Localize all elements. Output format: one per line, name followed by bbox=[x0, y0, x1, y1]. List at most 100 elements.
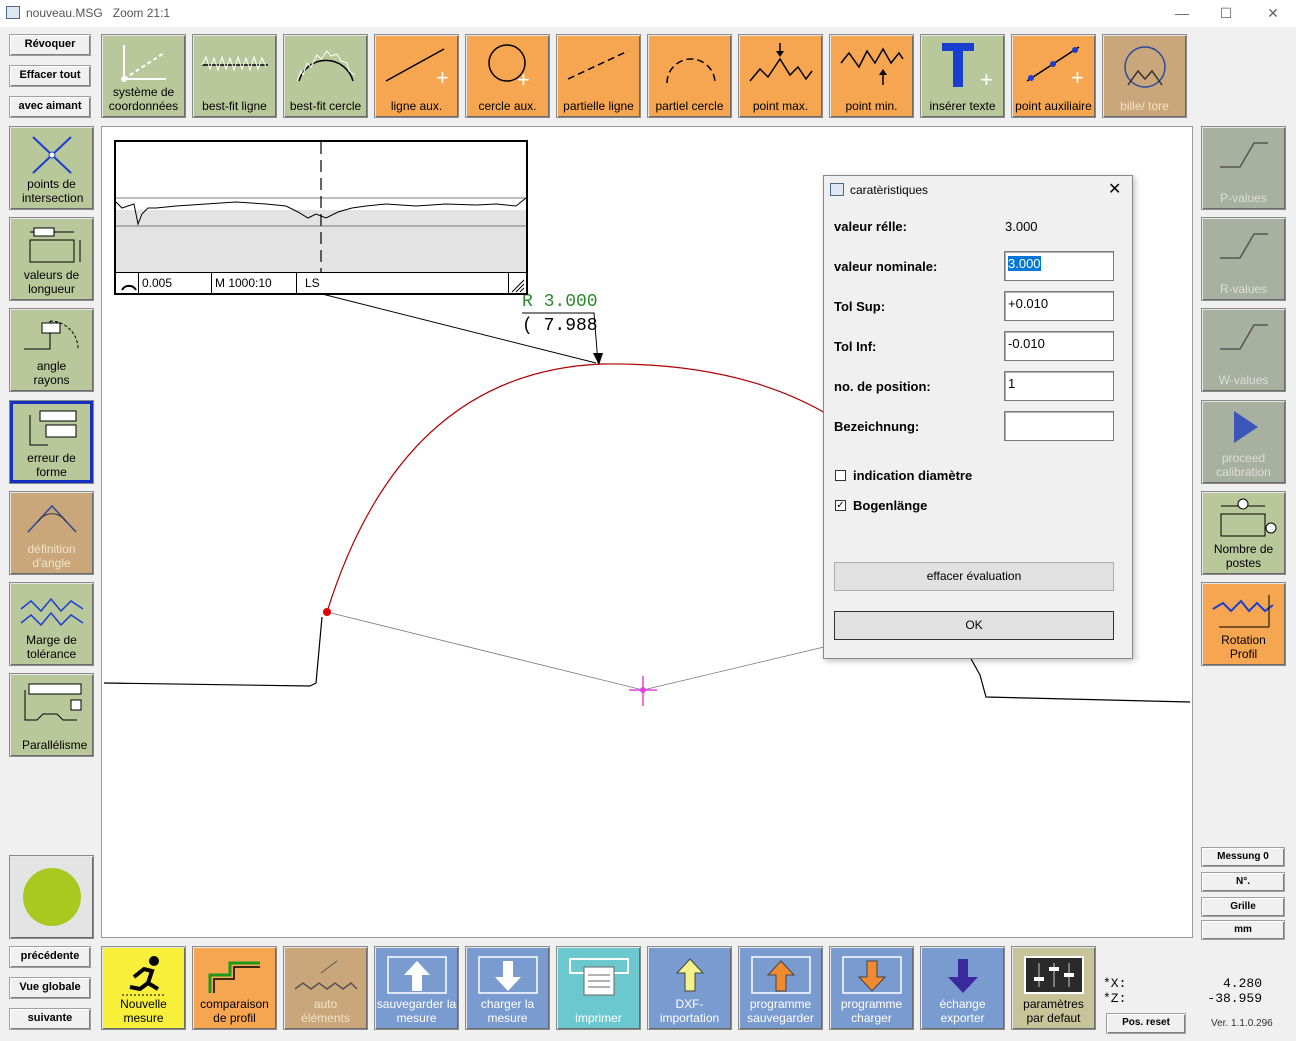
tol-sup-field[interactable]: +0.010 bbox=[1004, 291, 1114, 321]
units-button[interactable]: mm bbox=[1201, 920, 1285, 940]
x-coord-label: *X: bbox=[1103, 976, 1127, 991]
close-window-button[interactable]: ✕ bbox=[1258, 4, 1288, 22]
tool-rotation-profile[interactable]: Rotation Profil bbox=[1201, 582, 1286, 666]
tool-point-min[interactable]: point min. bbox=[829, 34, 914, 118]
diameter-checkbox[interactable] bbox=[835, 470, 846, 481]
tool-aux-line[interactable]: + ligne aux. bbox=[374, 34, 459, 118]
effacer-tout-button[interactable]: Effacer tout bbox=[9, 65, 91, 87]
arc-length-annotation: ( 7.988 bbox=[522, 316, 598, 336]
svg-text:+: + bbox=[517, 67, 530, 87]
tool-best-fit-circle[interactable]: best-fit cercle bbox=[283, 34, 368, 118]
tool-number-of-stations[interactable]: Nombre de postes bbox=[1201, 491, 1286, 575]
grid-button[interactable]: Grille bbox=[1201, 897, 1285, 917]
fitted-arc bbox=[326, 363, 833, 613]
tool-partial-circle[interactable]: partiel cercle bbox=[647, 34, 732, 118]
parallelism-icon bbox=[24, 683, 81, 721]
tool-ball-torus[interactable]: bille/ tore bbox=[1102, 34, 1187, 118]
minimize-button[interactable]: — bbox=[1167, 4, 1197, 22]
best-fit-line-icon bbox=[201, 55, 268, 72]
tool-save-program[interactable]: programme sauvegarder bbox=[738, 946, 823, 1030]
tool-new-measurement[interactable]: Nouvelle mesure bbox=[101, 946, 186, 1030]
tool-label: partielle ligne bbox=[563, 99, 634, 113]
profile-line-right bbox=[969, 656, 1191, 703]
window-zoom: Zoom 21:1 bbox=[112, 6, 171, 20]
tool-insert-text[interactable]: + insérer texte bbox=[920, 34, 1005, 118]
tool-r-values[interactable]: R-values bbox=[1201, 217, 1286, 301]
tool-print[interactable]: imprimer bbox=[556, 946, 641, 1030]
previous-button[interactable]: précédente bbox=[9, 946, 91, 968]
characteristics-dialog[interactable]: caratèristiques ✕ valeur rélle: 3.000 va… bbox=[823, 175, 1133, 659]
angle-radius-icon bbox=[23, 320, 78, 350]
tool-label: point auxiliaire bbox=[1015, 99, 1092, 113]
tool-proceed-calibration[interactable]: proceed calibration bbox=[1201, 400, 1286, 484]
arc-length-checkbox[interactable]: ✓ bbox=[835, 500, 846, 511]
title-bar: nouveau.MSG Zoom 21:1 — ☐ ✕ bbox=[0, 0, 1296, 27]
clear-evaluation-button[interactable]: effacer évaluation bbox=[834, 562, 1114, 591]
global-view-button[interactable]: Vue globale bbox=[9, 977, 91, 999]
ok-button[interactable]: OK bbox=[834, 611, 1114, 640]
tool-p-values[interactable]: P-values bbox=[1201, 126, 1286, 210]
tool-coordinate-system[interactable]: système de coordonnées bbox=[101, 34, 186, 118]
tol-inf-field[interactable]: -0.010 bbox=[1004, 331, 1114, 361]
position-reset-button[interactable]: Pos. reset bbox=[1106, 1013, 1186, 1034]
tool-label: Nouvelle mesure bbox=[120, 997, 167, 1025]
printer-icon bbox=[568, 958, 629, 996]
tool-intersection-points[interactable]: points de intersection bbox=[9, 126, 94, 210]
dialog-close-icon[interactable]: ✕ bbox=[1108, 179, 1121, 199]
designation-field[interactable] bbox=[1004, 411, 1114, 441]
tool-label: points de intersection bbox=[22, 177, 84, 205]
tool-point-max[interactable]: point max. bbox=[738, 34, 823, 118]
tool-angle-definition[interactable]: définition d'angle bbox=[9, 491, 94, 575]
tool-w-values[interactable]: W-values bbox=[1201, 308, 1286, 392]
best-fit-circle-icon bbox=[296, 50, 355, 82]
revoquer-button[interactable]: Révoquer bbox=[9, 34, 91, 56]
svg-text:+: + bbox=[980, 67, 993, 91]
tool-default-settings[interactable]: paramètres par defaut bbox=[1011, 946, 1096, 1030]
partial-line-icon bbox=[567, 50, 628, 80]
angle-definition-icon bbox=[26, 504, 77, 533]
form-error-box[interactable]: 0.005 M 1000:10 LS bbox=[114, 140, 528, 295]
tool-load-program[interactable]: programme charger bbox=[829, 946, 914, 1030]
maximize-button[interactable]: ☐ bbox=[1211, 4, 1241, 22]
tool-label: échange exporter bbox=[939, 997, 986, 1025]
tool-length-values[interactable]: valeurs de longueur bbox=[9, 217, 94, 301]
tool-parallelism[interactable]: Parallélisme bbox=[9, 673, 94, 757]
dialog-title: caratèristiques bbox=[850, 183, 929, 197]
tool-label: proceed calibration bbox=[1216, 451, 1271, 479]
radius-line-right bbox=[642, 646, 825, 691]
tool-label: point max. bbox=[752, 99, 809, 113]
number-button[interactable]: N°. bbox=[1201, 872, 1285, 892]
position-number-label: no. de position: bbox=[834, 379, 931, 394]
tool-label: Parallélisme bbox=[22, 738, 88, 752]
tool-best-fit-line[interactable]: best-fit ligne bbox=[192, 34, 277, 118]
load-program-icon bbox=[841, 956, 902, 994]
messung-button[interactable]: Messung 0 bbox=[1201, 847, 1285, 867]
tool-partial-line[interactable]: partielle ligne bbox=[556, 34, 641, 118]
tool-profile-comparison[interactable]: comparaison de profil bbox=[192, 946, 277, 1030]
tool-dxf-import[interactable]: DXF- importation bbox=[647, 946, 732, 1030]
tool-label: ligne aux. bbox=[390, 99, 443, 113]
profile-comparison-icon bbox=[208, 961, 260, 993]
tool-label: best-fit cercle bbox=[289, 99, 362, 113]
annotation-arrow bbox=[593, 353, 603, 365]
avec-aimant-button[interactable]: avec aimant bbox=[9, 96, 91, 118]
radius-annotation: R 3.000 bbox=[522, 292, 598, 312]
tool-form-error[interactable]: erreur de forme bbox=[9, 400, 94, 484]
tool-aux-circle[interactable]: + cercle aux. bbox=[465, 34, 550, 118]
nominal-value-field[interactable]: 3.000 bbox=[1004, 251, 1114, 281]
arc-icon bbox=[121, 284, 137, 291]
tool-exchange-export[interactable]: échange exporter bbox=[920, 946, 1005, 1030]
tool-label: P-values bbox=[1220, 191, 1267, 205]
tool-tolerance-margin[interactable]: Marge de tolérance bbox=[9, 582, 94, 666]
tool-label: Marge de tolérance bbox=[26, 633, 77, 661]
tool-auto-elements[interactable]: auto éléments bbox=[283, 946, 368, 1030]
svg-text:+: + bbox=[436, 65, 449, 87]
tool-save-measurement[interactable]: sauvegarder la mesure bbox=[374, 946, 459, 1030]
real-value: 3.000 bbox=[1005, 219, 1038, 234]
form-error-value: 0.005 bbox=[142, 276, 173, 290]
tool-aux-point[interactable]: + point auxiliaire bbox=[1011, 34, 1096, 118]
tool-load-measurement[interactable]: charger la mesure bbox=[465, 946, 550, 1030]
next-button[interactable]: suivante bbox=[9, 1008, 91, 1030]
position-number-field[interactable]: 1 bbox=[1004, 371, 1114, 401]
tool-angle-radius[interactable]: angle rayons bbox=[9, 308, 94, 392]
